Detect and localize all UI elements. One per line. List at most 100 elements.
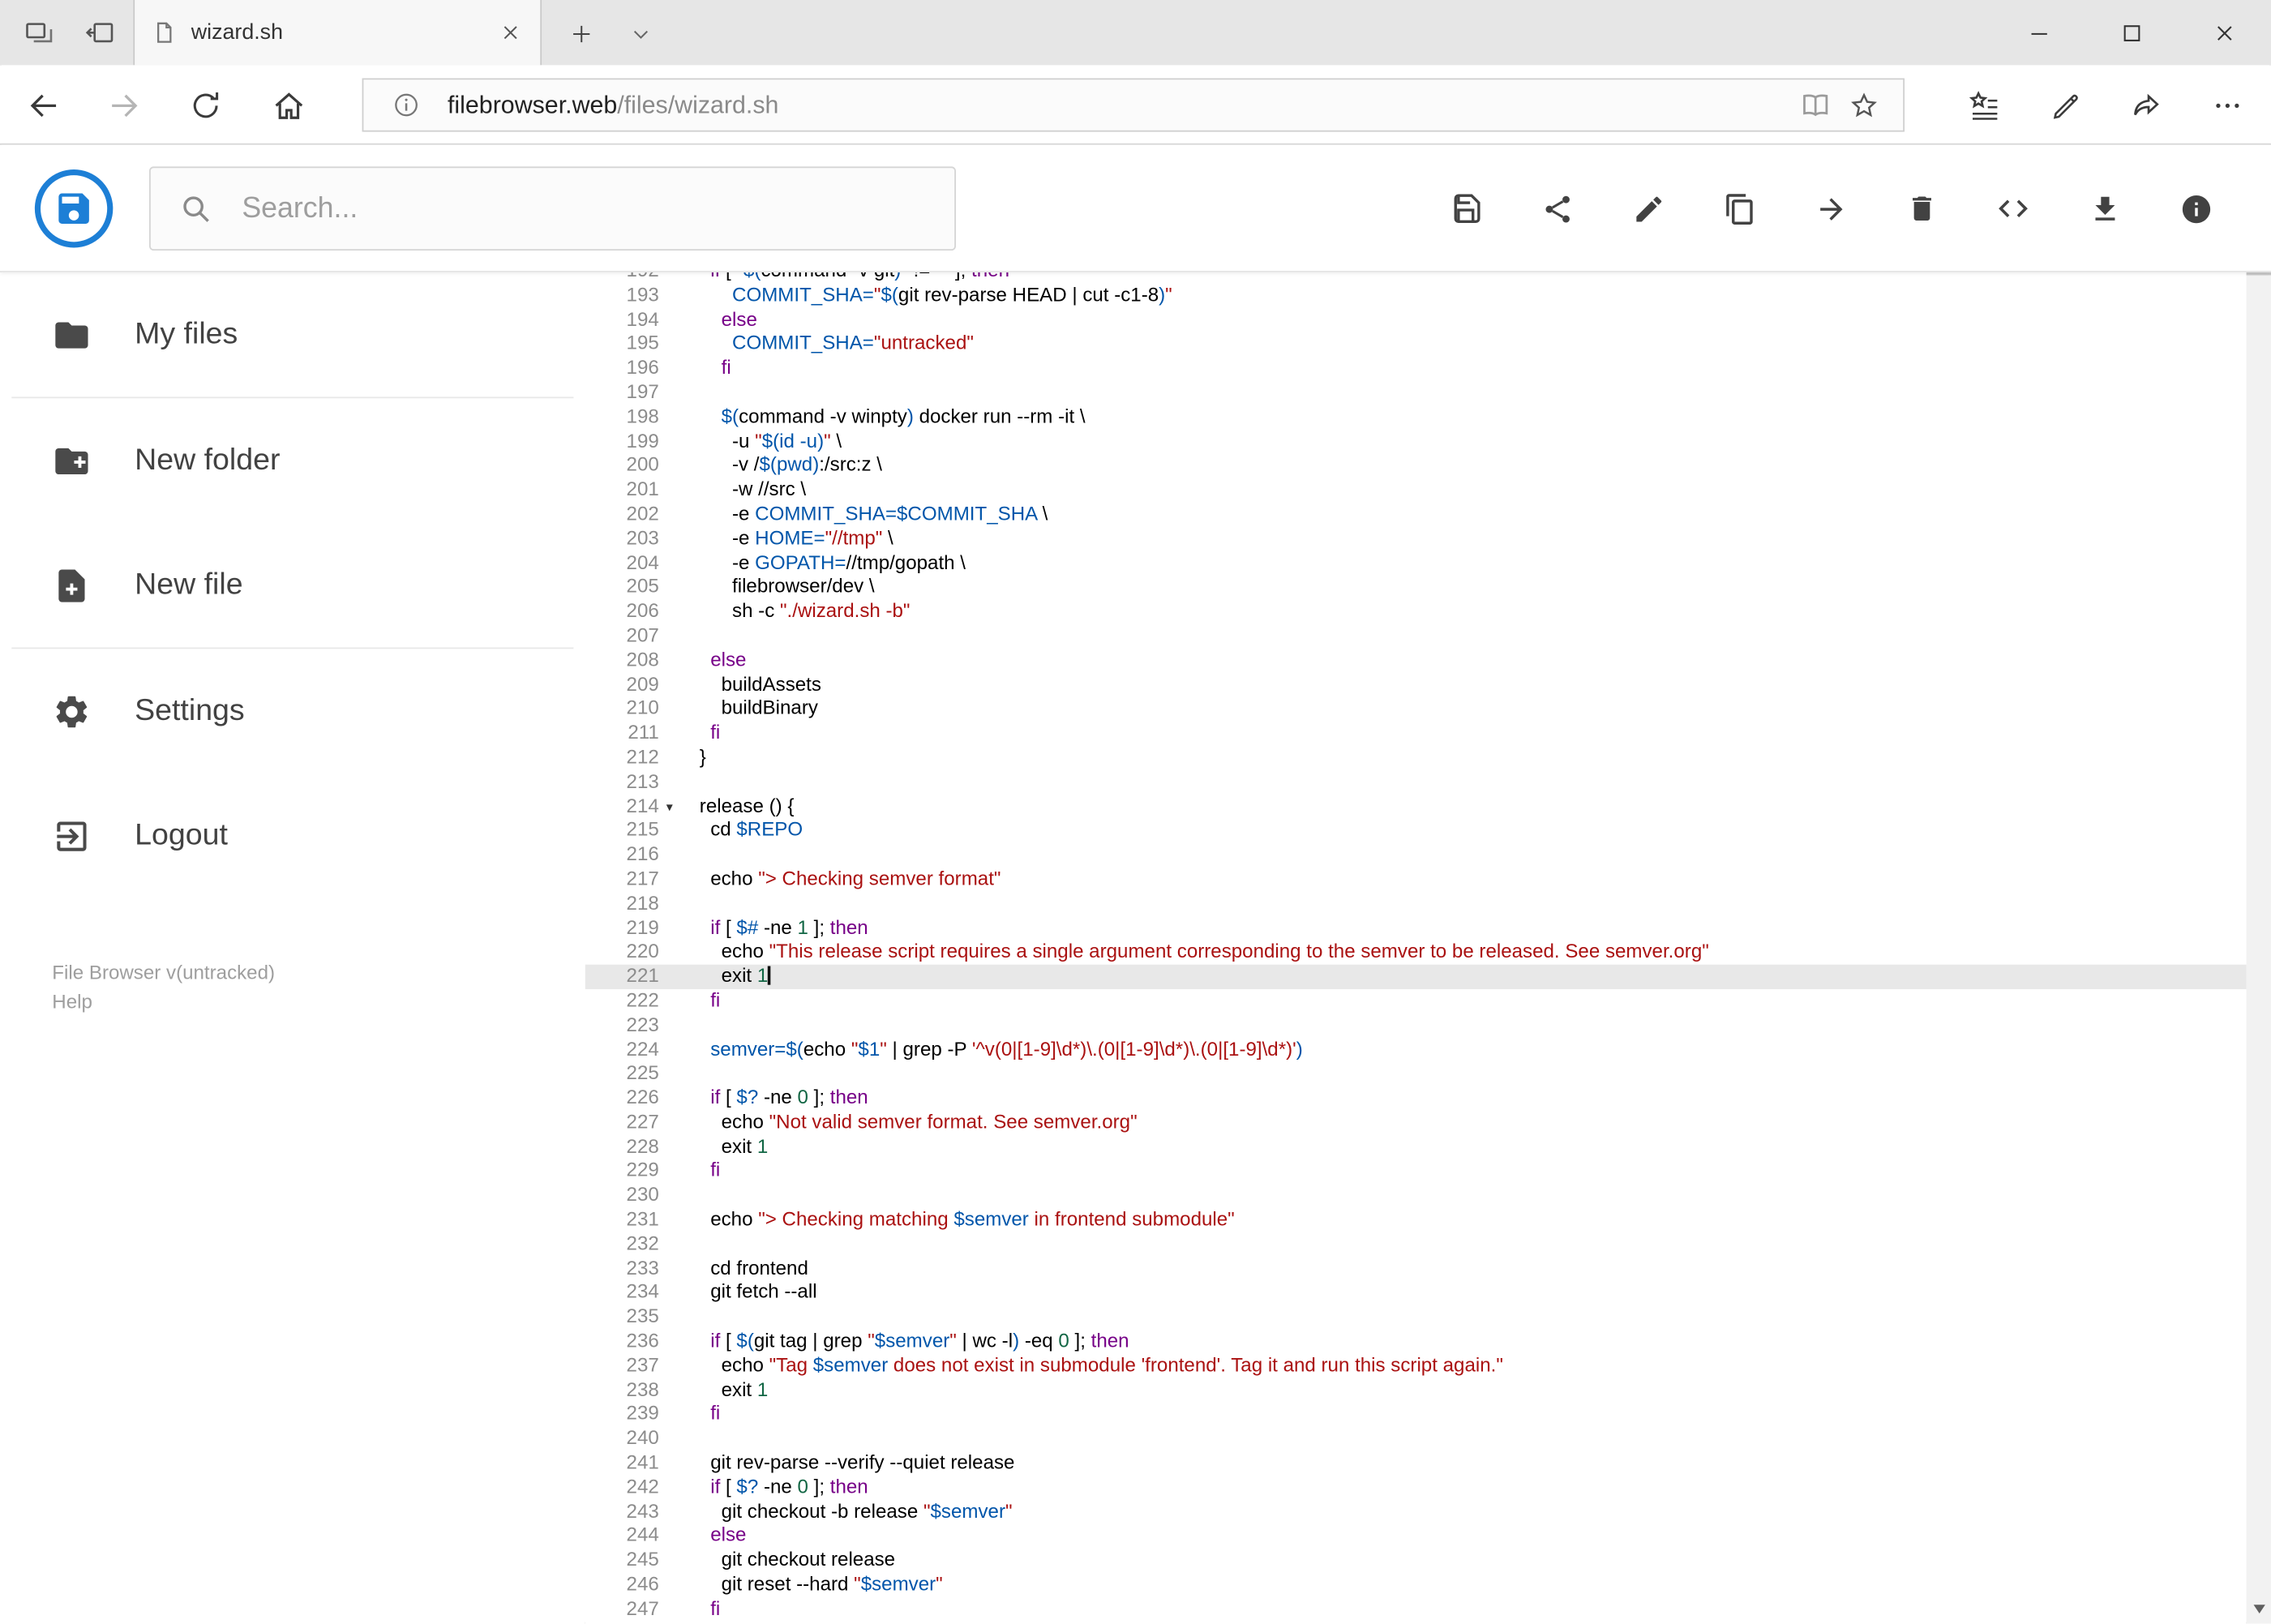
code-line[interactable]: 211 fi xyxy=(585,722,2247,746)
code-line[interactable]: 198 $(command -v winpty) docker run --rm… xyxy=(585,405,2247,430)
code-line[interactable]: 222 fi xyxy=(585,989,2247,1013)
sidebar-item-logout[interactable]: Logout xyxy=(0,773,585,898)
code-line[interactable]: 242 if [ $? -ne 0 ]; then xyxy=(585,1476,2247,1500)
info-button[interactable] xyxy=(2177,190,2214,227)
code-line[interactable]: 238 exit 1 xyxy=(585,1378,2247,1403)
code-line[interactable]: 203 -e HOME="//tmp" \ xyxy=(585,527,2247,551)
code-line[interactable]: 228 exit 1 xyxy=(585,1135,2247,1159)
code-line[interactable]: 205 filebrowser/dev \ xyxy=(585,576,2247,600)
fold-arrow-icon[interactable]: ▾ xyxy=(659,795,700,819)
minimize-button[interactable] xyxy=(1993,0,2085,65)
settings-more-button[interactable] xyxy=(2199,77,2256,135)
code-line[interactable]: 220 echo "This release script requires a… xyxy=(585,941,2247,965)
code-line[interactable]: 213 xyxy=(585,770,2247,795)
code-line[interactable]: 200 -v /$(pwd):/src:z \ xyxy=(585,454,2247,478)
code-line[interactable]: 192 if [ "$(command -v git)" != "" ]; th… xyxy=(585,272,2247,284)
forward-button[interactable] xyxy=(101,83,148,129)
code-line[interactable]: 207 xyxy=(585,624,2247,649)
annotate-button[interactable] xyxy=(2037,77,2094,135)
code-line[interactable]: 241 git rev-parse --verify --quiet relea… xyxy=(585,1451,2247,1476)
sidebar-item-settings[interactable]: Settings xyxy=(0,649,585,773)
refresh-button[interactable] xyxy=(182,83,229,129)
code-line[interactable]: 206 sh -c "./wizard.sh -b" xyxy=(585,600,2247,624)
tab-close-button[interactable] xyxy=(499,20,523,45)
code-line[interactable]: 224 semver=$(echo "$1" | grep -P '^v(0|[… xyxy=(585,1038,2247,1062)
move-button[interactable] xyxy=(1812,190,1849,227)
sidebar-item-new-file[interactable]: New file xyxy=(0,523,585,648)
code-line[interactable]: 217 echo "> Checking semver format" xyxy=(585,868,2247,892)
code-line[interactable]: 204 -e GOPATH=//tmp/gopath \ xyxy=(585,551,2247,576)
code-line[interactable]: 245 git checkout release xyxy=(585,1549,2247,1573)
address-bar[interactable]: filebrowser.web/files/wizard.sh xyxy=(362,78,1905,132)
browser-tab[interactable]: wizard.sh xyxy=(133,0,542,66)
code-line[interactable]: 247 fi xyxy=(585,1597,2247,1622)
code-line[interactable]: 212} xyxy=(585,746,2247,770)
code-line[interactable]: 202 -e COMMIT_SHA=$COMMIT_SHA \ xyxy=(585,503,2247,527)
code-line[interactable]: 209 buildAssets xyxy=(585,673,2247,697)
scroll-down-button[interactable] xyxy=(2247,1596,2271,1621)
code-line[interactable]: 195 COMMIT_SHA="untracked" xyxy=(585,332,2247,357)
delete-button[interactable] xyxy=(1903,190,1940,227)
code-line[interactable]: 236 if [ $(git tag | grep "$semver" | wc… xyxy=(585,1330,2247,1354)
code-line[interactable]: 244 else xyxy=(585,1524,2247,1549)
reading-view-button[interactable] xyxy=(1790,82,1840,128)
sidebar-item-new-folder[interactable]: New folder xyxy=(0,398,585,523)
share-file-button[interactable] xyxy=(1538,190,1575,227)
code-line[interactable]: 239 fi xyxy=(585,1403,2247,1427)
sidebar-item-my-files[interactable]: My files xyxy=(0,272,585,397)
code-line[interactable]: 201 -w //src \ xyxy=(585,478,2247,503)
code-line[interactable]: 208 else xyxy=(585,649,2247,673)
add-favorite-button[interactable] xyxy=(1840,82,1889,128)
new-tab-button[interactable] xyxy=(556,11,606,55)
share-button[interactable] xyxy=(2118,77,2175,135)
download-button[interactable] xyxy=(2085,190,2123,227)
site-info-button[interactable] xyxy=(381,82,431,128)
home-button[interactable] xyxy=(265,83,311,129)
code-line[interactable]: 194 else xyxy=(585,308,2247,332)
code-line[interactable]: 235 xyxy=(585,1305,2247,1330)
code-line[interactable]: 193 COMMIT_SHA="$(git rev-parse HEAD | c… xyxy=(585,284,2247,308)
code-line[interactable]: 223 xyxy=(585,1013,2247,1038)
code-line[interactable]: 215 cd $REPO xyxy=(585,819,2247,843)
code-line[interactable]: 243 git checkout -b release "$semver" xyxy=(585,1500,2247,1524)
code-line[interactable]: 226 if [ $? -ne 0 ]; then xyxy=(585,1086,2247,1111)
code-line[interactable]: 237 echo "Tag $semver does not exist in … xyxy=(585,1354,2247,1378)
code-line[interactable]: 232 xyxy=(585,1232,2247,1257)
search-bar[interactable] xyxy=(148,166,956,251)
hub-button[interactable] xyxy=(1956,77,2013,135)
code-line[interactable]: 218 xyxy=(585,892,2247,916)
code-line[interactable]: 216 xyxy=(585,843,2247,868)
code-editor[interactable]: 192 if [ "$(command -v git)" != "" ]; th… xyxy=(585,272,2247,1624)
code-line[interactable]: 240 xyxy=(585,1427,2247,1451)
code-line[interactable]: 231 echo "> Checking matching $semver in… xyxy=(585,1208,2247,1232)
code-line[interactable]: 229 fi xyxy=(585,1159,2247,1184)
code-line[interactable]: 227 echo "Not valid semver format. See s… xyxy=(585,1111,2247,1135)
back-button[interactable] xyxy=(20,83,66,129)
code-view-button[interactable] xyxy=(1995,190,2032,227)
help-link[interactable]: Help xyxy=(52,988,585,1017)
copy-button[interactable] xyxy=(1720,190,1758,227)
code-line[interactable]: 221 exit 1 xyxy=(585,964,2247,989)
code-line[interactable]: 233 cd frontend xyxy=(585,1257,2247,1281)
code-line[interactable]: 199 -u "$(id -u)" \ xyxy=(585,430,2247,454)
close-window-button[interactable] xyxy=(2179,0,2271,65)
line-number: 230 xyxy=(626,1183,659,1206)
code-line[interactable]: 197 xyxy=(585,381,2247,405)
maximize-button[interactable] xyxy=(2085,0,2178,65)
tab-list-button[interactable] xyxy=(615,11,665,55)
code-line[interactable]: 219 if [ $# -ne 1 ]; then xyxy=(585,916,2247,941)
code-line[interactable]: 196 fi xyxy=(585,357,2247,381)
code-line[interactable]: 234 git fetch --all xyxy=(585,1281,2247,1305)
search-input[interactable] xyxy=(238,190,955,227)
tab-preview-button[interactable] xyxy=(15,11,64,55)
save-button[interactable] xyxy=(1447,190,1485,227)
rename-button[interactable] xyxy=(1630,190,1667,227)
code-line[interactable]: 210 buildBinary xyxy=(585,697,2247,722)
vertical-scrollbar[interactable] xyxy=(2246,144,2271,1624)
code-line[interactable]: 246 git reset --hard "$semver" xyxy=(585,1573,2247,1597)
set-tabs-aside-button[interactable] xyxy=(75,11,125,55)
code-line[interactable]: 225 xyxy=(585,1062,2247,1086)
code-line[interactable]: 214 ▾ release () { xyxy=(585,795,2247,819)
code-text: fi xyxy=(710,988,721,1011)
code-line[interactable]: 230 xyxy=(585,1184,2247,1208)
